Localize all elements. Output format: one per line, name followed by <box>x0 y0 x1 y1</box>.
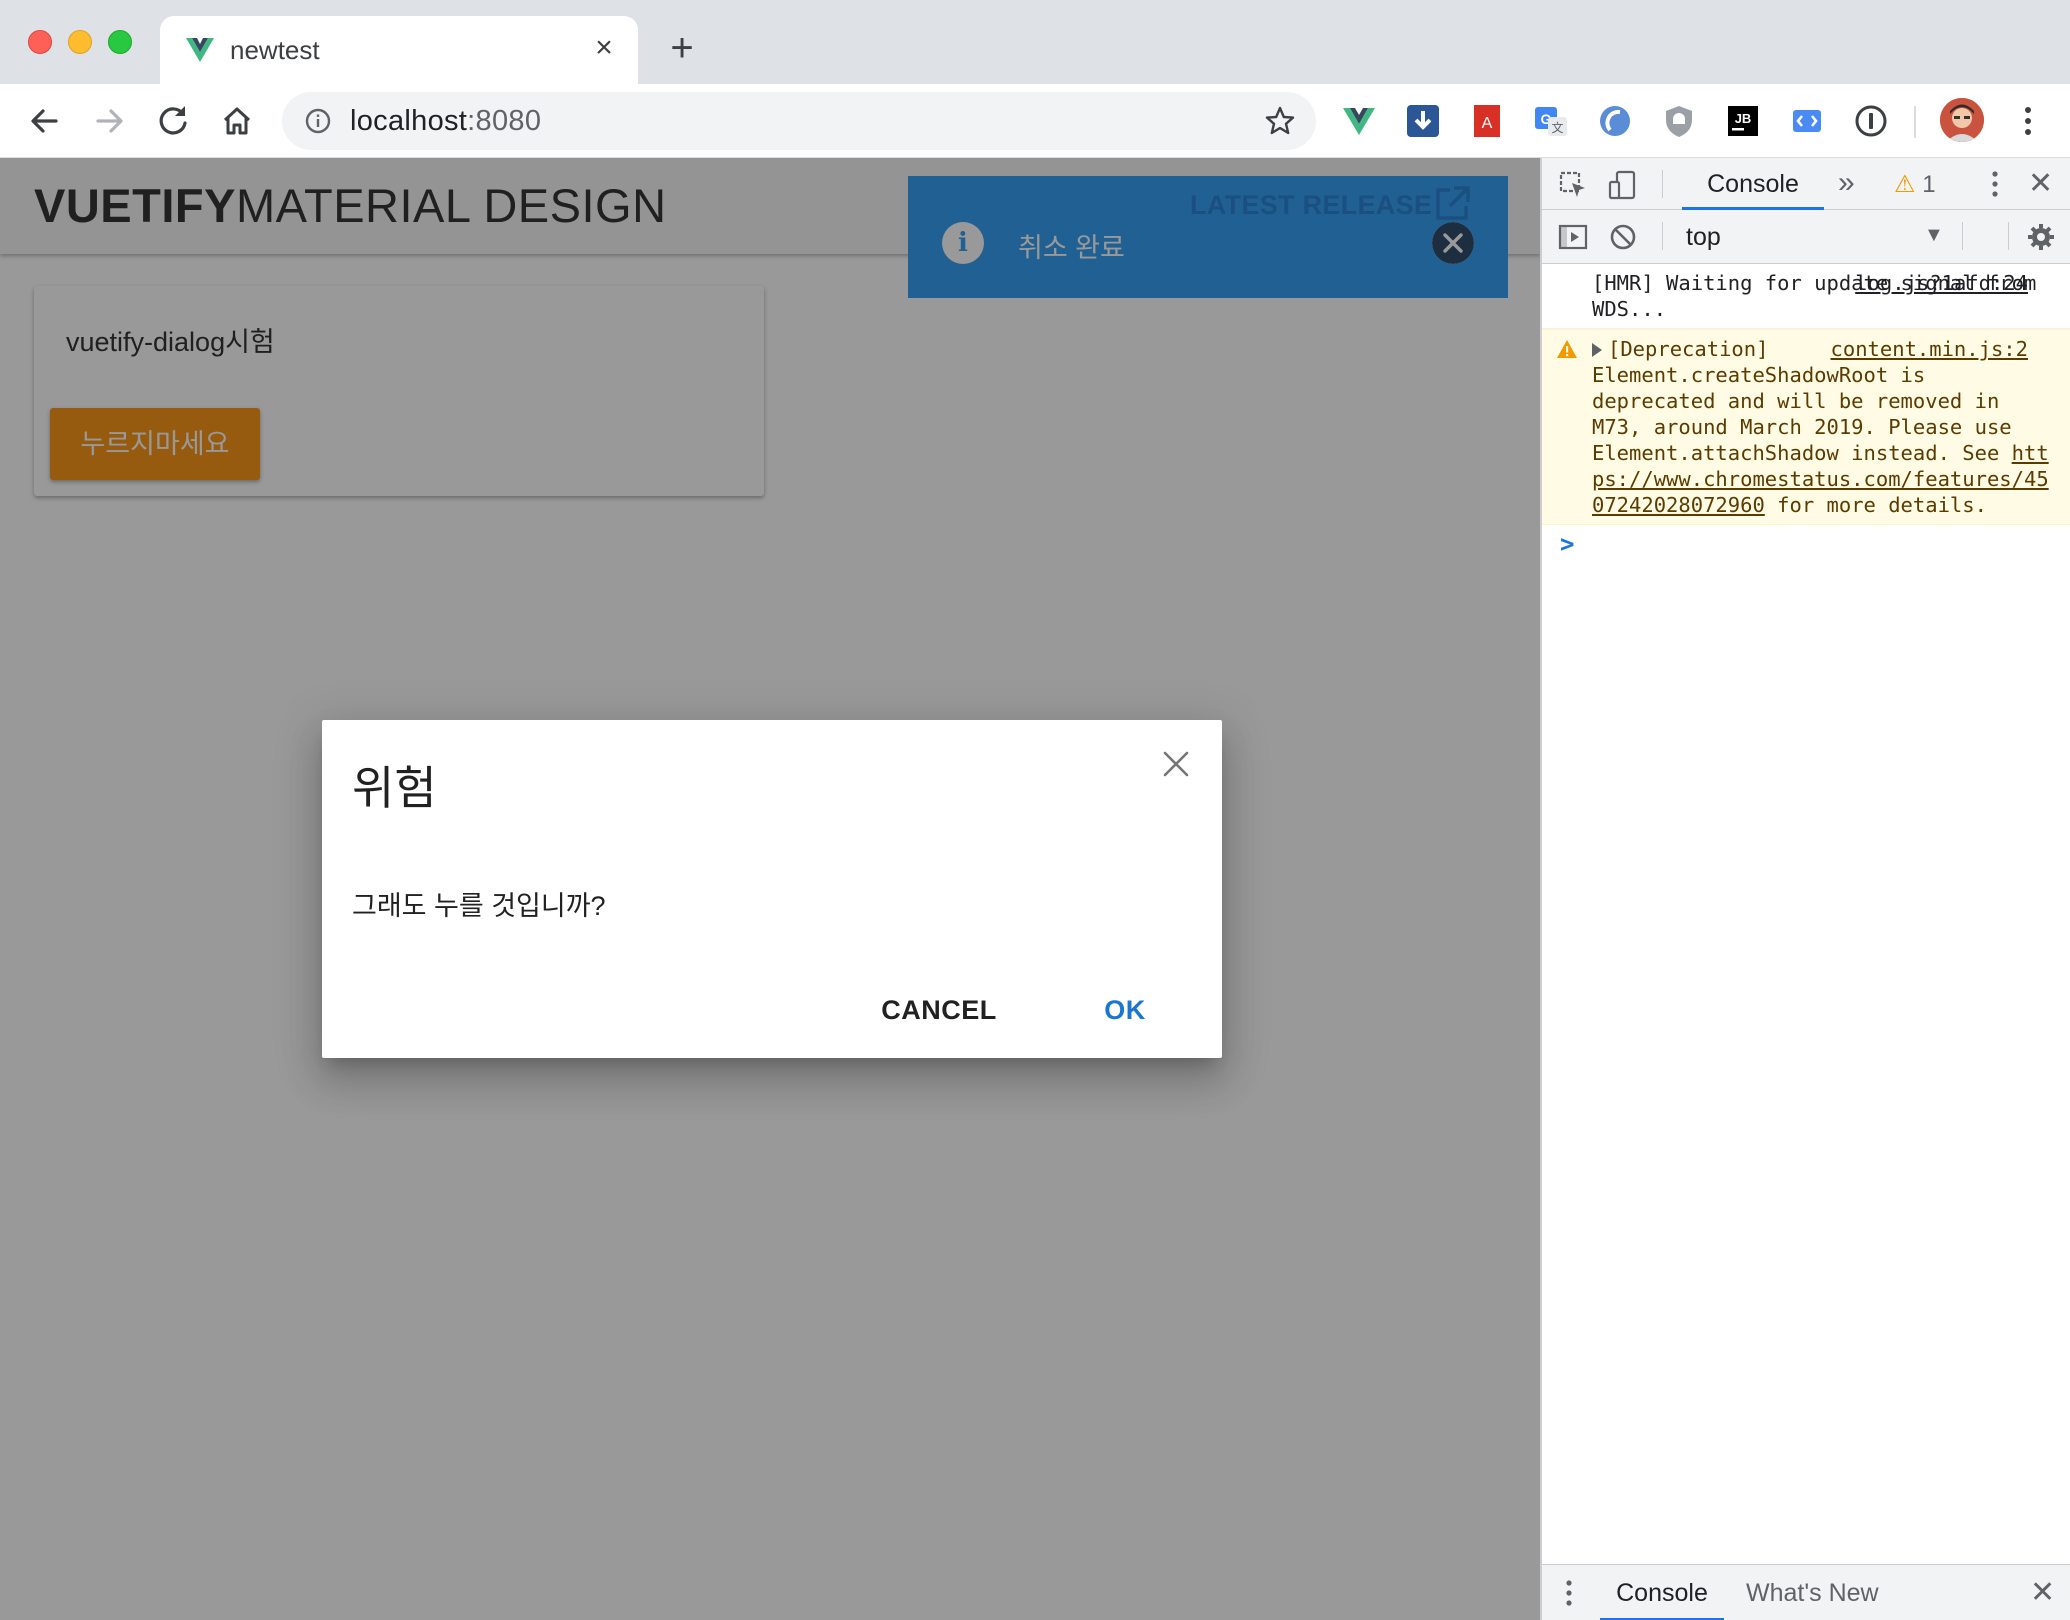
chevron-down-icon[interactable]: ▼ <box>1924 224 1944 247</box>
more-tabs-icon[interactable]: » <box>1838 166 1855 200</box>
avatar[interactable] <box>1940 98 1984 142</box>
code-ext-icon[interactable] <box>1788 102 1826 140</box>
vue-devtools-icon[interactable] <box>1340 102 1378 140</box>
warning-icon: ⚠ <box>1894 171 1916 198</box>
reload-icon[interactable] <box>152 100 194 142</box>
devtools-drawer: Console What's New ✕ <box>1542 1564 2070 1620</box>
browser-toolbar: localhost:8080 A G 文 JB <box>0 84 2070 158</box>
arrow-left-icon[interactable] <box>24 100 66 142</box>
tab-title: newtest <box>230 35 320 65</box>
download-icon[interactable] <box>1404 102 1442 140</box>
toolbar-divider <box>1914 106 1916 138</box>
devtools-menu-icon[interactable] <box>1984 168 2006 200</box>
context-selector[interactable]: top <box>1686 223 1721 252</box>
jetbrains-icon[interactable]: JB <box>1724 102 1762 140</box>
url-text: localhost:8080 <box>350 105 542 137</box>
plus-icon[interactable]: + <box>662 28 702 68</box>
devtools-panel: Console » ⚠ 1 ✕ top ▼ log.js?1afd:24 [HM… <box>1540 158 2070 1620</box>
svg-text:JB: JB <box>1735 111 1752 126</box>
star-icon[interactable] <box>1264 105 1296 137</box>
warning-icon <box>1557 340 1577 358</box>
address-bar[interactable]: localhost:8080 <box>282 92 1316 150</box>
console-prompt[interactable]: > <box>1542 525 2070 565</box>
drawer-menu-icon[interactable] <box>1564 1577 1574 1609</box>
gear-icon[interactable] <box>2026 222 2056 252</box>
console-message-deprecation: content.min.js:2 [Deprecation] Element.c… <box>1542 329 2070 525</box>
confirm-dialog: 위험 그래도 누를 것입니까? CANCEL OK <box>322 720 1222 1058</box>
browser-menu-icon[interactable] <box>2014 102 2042 140</box>
ok-button[interactable]: OK <box>1080 982 1170 1038</box>
dialog-title: 위험 <box>352 762 437 814</box>
expand-arrow-icon[interactable] <box>1592 343 1602 357</box>
inspect-element-icon[interactable] <box>1558 170 1588 200</box>
log-prefix: [Deprecation] <box>1608 337 1769 361</box>
clear-console-icon[interactable] <box>1608 222 1638 252</box>
circle-ext-icon[interactable] <box>1596 102 1634 140</box>
close-icon[interactable]: × <box>586 30 622 66</box>
1password-icon[interactable] <box>1852 102 1890 140</box>
arrow-right-icon[interactable] <box>88 100 130 142</box>
browser-tab[interactable]: newtest × <box>160 16 638 84</box>
minimize-window-button[interactable] <box>68 30 92 54</box>
devtools-divider <box>2008 222 2009 250</box>
close-icon[interactable] <box>1158 746 1194 782</box>
info-icon[interactable] <box>304 107 332 135</box>
prompt-caret-icon: > <box>1560 530 1575 558</box>
devtools-divider <box>1962 222 1963 250</box>
devtools-divider <box>1662 170 1663 198</box>
console-message-hmr: log.js?1afd:24 [HMR] Waiting for update … <box>1542 264 2070 329</box>
console-filter-bar: top ▼ <box>1542 210 2070 264</box>
svg-text:A: A <box>1482 115 1493 132</box>
drawer-tab-console[interactable]: Console <box>1600 1565 1724 1620</box>
tab-strip: newtest × + <box>0 0 2070 84</box>
zoom-window-button[interactable] <box>108 30 132 54</box>
device-toolbar-icon[interactable] <box>1608 170 1638 200</box>
warning-counter[interactable]: ⚠ 1 <box>1894 170 1936 200</box>
dialog-message: 그래도 누를 것입니까? <box>352 891 606 921</box>
svg-text:文: 文 <box>1551 120 1563 135</box>
close-devtools-icon[interactable]: ✕ <box>2028 168 2053 200</box>
devtools-tabbar: Console » ⚠ 1 ✕ <box>1542 158 2070 210</box>
log-suffix: for more details. <box>1764 493 1987 517</box>
drawer-tab-whats-new[interactable]: What's New <box>1746 1565 1879 1620</box>
log-text: Element.createShadowRoot is deprecated a… <box>1592 363 2012 465</box>
close-window-button[interactable] <box>28 30 52 54</box>
tab-console[interactable]: Console <box>1682 158 1824 210</box>
home-icon[interactable] <box>216 100 258 142</box>
devtools-divider <box>1662 222 1663 250</box>
source-link[interactable]: content.min.js:2 <box>1831 336 2028 362</box>
page-viewport: VUETIFYMATERIAL DESIGN vuetify-dialog시험 … <box>0 158 1540 1620</box>
vue-icon <box>186 38 214 62</box>
cancel-button[interactable]: CANCEL <box>854 982 1024 1038</box>
google-translate-icon[interactable]: G 文 <box>1532 102 1570 140</box>
source-link[interactable]: log.js?1afd:24 <box>1855 270 2028 296</box>
sidebar-toggle-icon[interactable] <box>1558 222 1588 252</box>
shield-ext-icon[interactable] <box>1660 102 1698 140</box>
close-drawer-icon[interactable]: ✕ <box>2030 1577 2055 1609</box>
console-output: log.js?1afd:24 [HMR] Waiting for update … <box>1542 264 2070 565</box>
pdf-icon[interactable]: A <box>1468 102 1506 140</box>
